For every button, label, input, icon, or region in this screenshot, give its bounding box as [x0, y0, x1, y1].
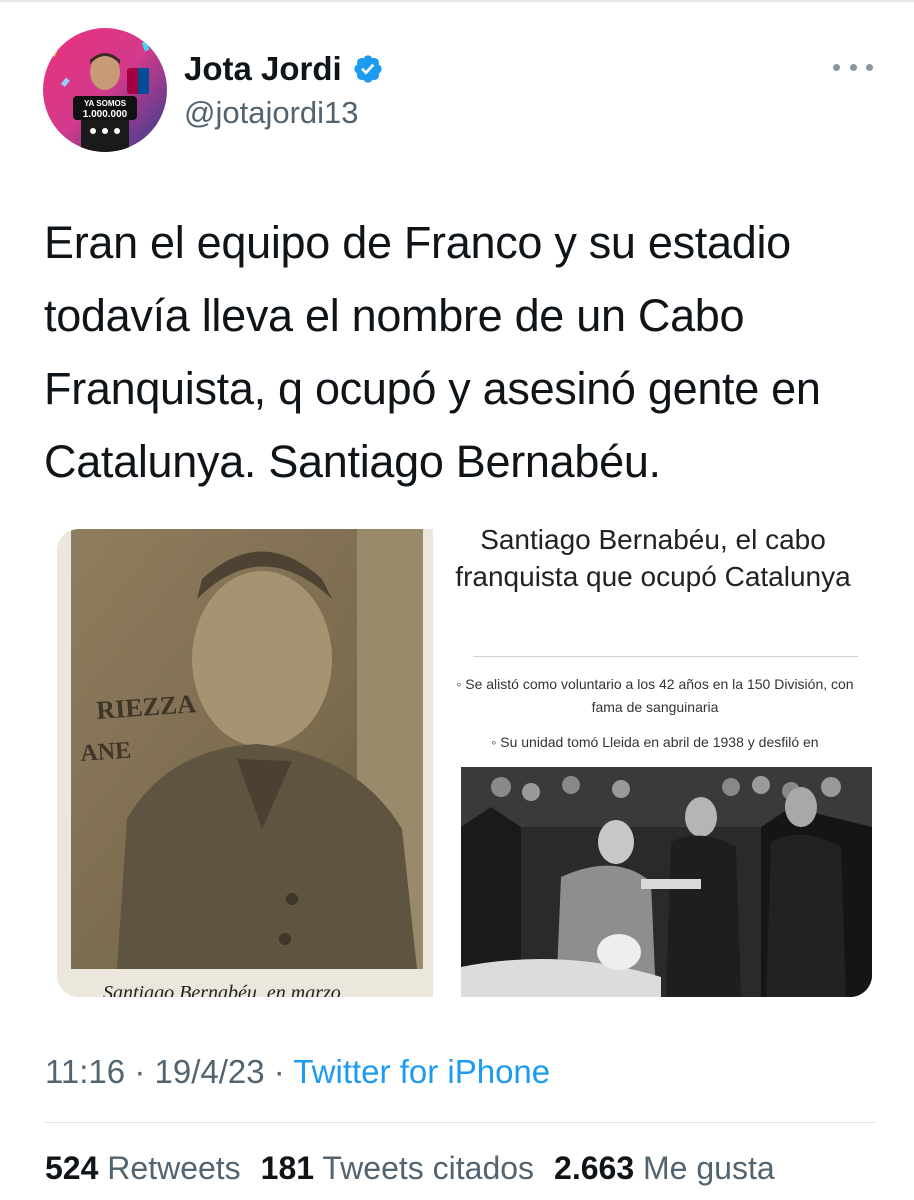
- verified-badge-icon: [354, 55, 382, 83]
- quotes-stat[interactable]: 181 Tweets citados: [261, 1150, 534, 1187]
- likes-label: Me gusta: [643, 1150, 775, 1186]
- poster-text-2: ANE: [80, 738, 132, 767]
- tweet-source-link[interactable]: Twitter for iPhone: [293, 1053, 550, 1090]
- likes-stat[interactable]: 2.663 Me gusta: [554, 1150, 775, 1187]
- avatar[interactable]: YA SOMOS 1.000.000: [43, 28, 167, 152]
- article-divider: [473, 656, 858, 657]
- likes-count: 2.663: [554, 1150, 635, 1186]
- tweet-text: Eran el equipo de Franco y su estadio to…: [44, 217, 821, 487]
- author-display-name[interactable]: Jota Jordi: [184, 50, 342, 88]
- meta-separator: ·: [134, 1053, 146, 1090]
- media-article-panel[interactable]: Santiago Bernabéu, el cabo franquista qu…: [433, 529, 872, 997]
- article-bullet-1: ◦ Se alistó como voluntario a los 42 año…: [456, 676, 854, 715]
- ceremony-photo-image: [461, 767, 872, 997]
- avatar-image: YA SOMOS 1.000.000: [43, 28, 167, 152]
- tweet-stats: 524 Retweets 181 Tweets citados 2.663 Me…: [45, 1150, 775, 1187]
- more-dot: [833, 63, 840, 71]
- media-photo-left[interactable]: RIEZZA ANE Santiago Bernabéu, en marzo: [57, 529, 433, 997]
- author-handle[interactable]: @jotajordi13: [184, 95, 359, 131]
- sepia-portrait-image: RIEZZA ANE Santiago Bernabéu, en marzo: [57, 529, 433, 997]
- tweet-media[interactable]: RIEZZA ANE Santiago Bernabéu, en marzo S…: [57, 529, 872, 997]
- left-photo-caption: Santiago Bernabéu, en marzo: [103, 982, 341, 997]
- tweet-date[interactable]: 19/4/23: [154, 1053, 264, 1090]
- quotes-count: 181: [260, 1150, 315, 1186]
- top-divider: [0, 0, 914, 2]
- article-title: Santiago Bernabéu, el cabo franquista qu…: [455, 529, 851, 592]
- more-dot: [866, 63, 873, 71]
- author-name-row[interactable]: Jota Jordi: [184, 50, 384, 88]
- retweets-label: Retweets: [107, 1150, 241, 1186]
- article-bullet-2: ◦ Su unidad tomó Lleida en abril de 1938…: [491, 734, 819, 750]
- article-bullet-2-text: Su unidad tomó Lleida en abril de 1938 y…: [500, 734, 819, 750]
- retweets-count: 524: [45, 1150, 99, 1186]
- avatar-banner-line2: 1.000.000: [83, 109, 128, 120]
- avatar-banner-line1: YA SOMOS: [84, 99, 127, 108]
- more-dot: [849, 63, 857, 71]
- meta-separator: ·: [273, 1053, 285, 1090]
- more-horizontal-icon[interactable]: [833, 55, 873, 79]
- tweet-metadata: 11:16 · 19/4/23 · Twitter for iPhone: [45, 1053, 550, 1091]
- retweets-stat[interactable]: 524 Retweets: [45, 1150, 241, 1187]
- ceremony-photo[interactable]: [461, 767, 872, 997]
- stats-divider: [45, 1122, 875, 1123]
- article-bullet-1-text: Se alistó como voluntario a los 42 años …: [465, 676, 854, 715]
- tweet-time[interactable]: 11:16: [45, 1053, 125, 1090]
- quotes-label: Tweets citados: [322, 1150, 535, 1186]
